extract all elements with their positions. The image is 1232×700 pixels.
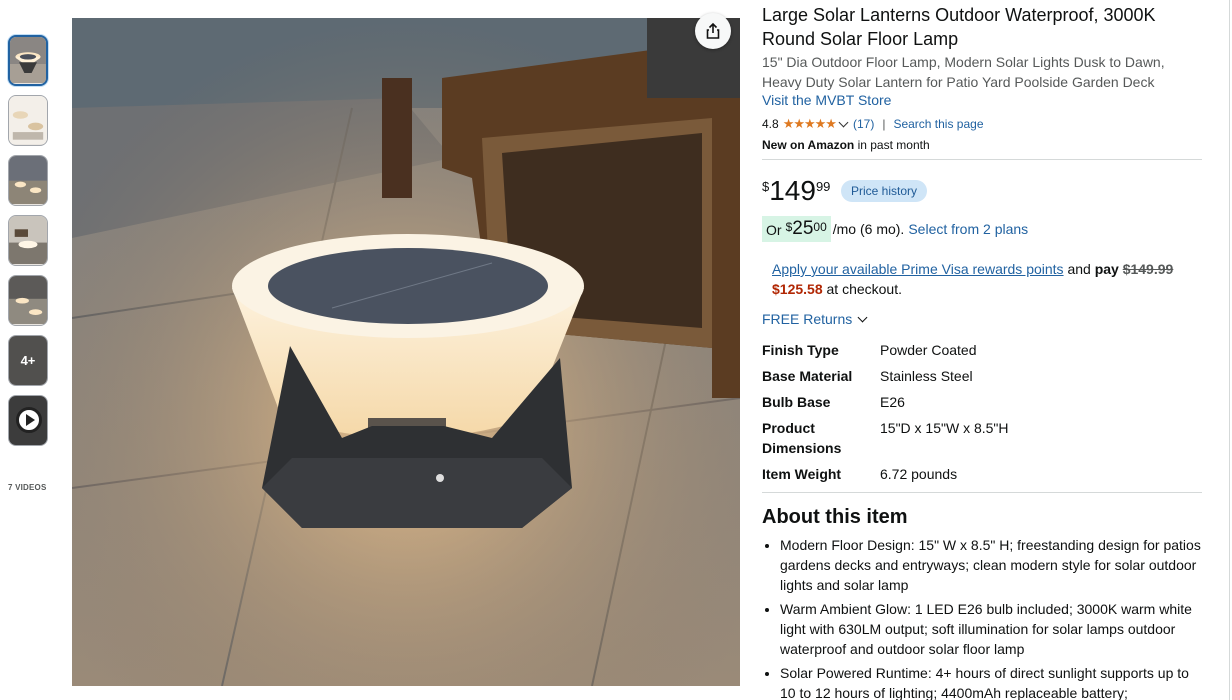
spec-key: Bulb Base [762,394,831,410]
monthly-payment-row: Or $ 25 00 /mo (6 mo). Select from 2 pla… [762,216,1028,242]
visa-suffix: at checkout. [826,281,903,297]
main-product-image[interactable] [72,18,740,686]
spec-key: Finish Type [762,342,839,358]
about-bullet: Modern Floor Design: 15" W x 8.5" H; fre… [780,535,1202,595]
free-returns-link[interactable]: FREE Returns [762,311,872,327]
videos-count-label: 7 VIDEOS [8,483,47,492]
monthly-price-badge: Or $ 25 00 [762,216,831,242]
patio-thumbnail-image [9,156,47,205]
spec-row: Product Dimensions 15"D x 15"W x 8.5"H [762,418,1202,458]
spec-row: Bulb Base E26 [762,392,1202,412]
chevron-down-icon [857,312,868,322]
rating-separator: | [882,117,886,131]
monthly-suffix: /mo (6 mo). [832,221,905,237]
divider [762,492,1202,493]
play-icon [16,407,42,433]
about-bullets: Modern Floor Design: 15" W x 8.5" H; fre… [780,535,1202,700]
spec-value: Stainless Steel [880,368,973,384]
spec-row: Item Weight 6.72 pounds [762,464,1202,484]
product-title: Large Solar Lanterns Outdoor Waterproof,… [762,5,1156,49]
visa-original-price: $149.99 [1122,261,1174,277]
product-subtitle: 15" Dia Outdoor Floor Lamp, Modern Solar… [762,54,1165,90]
about-bullet: Solar Powered Runtime: 4+ hours of direc… [780,663,1202,700]
divider [762,159,1202,160]
monthly-currency: $ [785,220,793,234]
thumbnail-more[interactable]: 4+ [8,335,48,386]
price-display: $ 149 99 [762,175,830,207]
spec-key: Product Dimensions [762,420,842,456]
rating-value: 4.8 [762,117,779,131]
spec-value: 6.72 pounds [880,466,958,482]
dimensions-thumbnail-image [9,96,47,145]
rating-stars-icon[interactable]: ★★★★★ [783,116,837,132]
spec-value: 15"D x 15"W x 8.5"H [880,420,1009,436]
visa-and-text: and [1067,261,1091,277]
visa-discounted-price: $125.58 [772,281,823,297]
scrollbar-edge [1229,0,1230,700]
more-images-label: 4+ [9,336,47,385]
about-title: About this item [762,506,908,528]
price-currency: $ [762,179,770,194]
share-button[interactable] [695,13,731,49]
garden-thumbnail-image [9,276,47,325]
price-fraction: 99 [815,179,831,194]
thumbnail-3[interactable] [8,155,48,206]
price-whole: 149 [769,175,816,206]
spec-value: Powder Coated [880,342,977,358]
new-on-amazon-label: New on Amazon [762,138,855,152]
thumbnail-4[interactable] [8,215,48,266]
prime-visa-link[interactable]: Apply your available Prime Visa rewards … [772,261,1064,277]
share-icon [706,22,720,39]
about-bullet: Warm Ambient Glow: 1 LED E26 bulb includ… [780,599,1202,659]
monthly-whole: 25 [792,218,814,239]
chevron-down-icon[interactable] [838,117,849,127]
select-plans-link[interactable]: Select from 2 plans [908,221,1028,237]
spec-key: Item Weight [762,466,842,482]
spec-row: Finish Type Powder Coated [762,340,1202,360]
new-on-amazon-row: New on Amazon in past month [762,138,930,152]
rating-row: 4.8 ★★★★★ (17) | Search this page [762,116,984,132]
solar-lamp-photo [72,18,740,686]
spec-row: Base Material Stainless Steel [762,366,1202,386]
monthly-fraction: 00 [813,220,827,234]
spec-value: E26 [880,394,905,410]
monthly-or-label: Or [766,222,782,238]
price-history-button[interactable]: Price history [841,180,928,202]
specs-table: Finish Type Powder Coated Base Material … [762,340,1202,490]
store-link[interactable]: Visit the MVBT Store [762,92,891,108]
thumbnail-video[interactable] [8,395,48,446]
thumbnail-1[interactable] [8,35,48,86]
rating-count-link[interactable]: (17) [853,116,874,132]
thumbnail-5[interactable] [8,275,48,326]
new-on-amazon-suffix: in past month [857,138,930,152]
prime-visa-offer: Apply your available Prime Visa rewards … [772,259,1202,299]
thumbnail-2[interactable] [8,95,48,146]
deck-thumbnail-image [9,216,47,265]
search-page-link[interactable]: Search this page [893,116,983,132]
free-returns-label: FREE Returns [762,311,853,327]
lamp-thumbnail-image [10,37,46,83]
visa-pay-text: pay [1094,261,1119,277]
spec-key: Base Material [762,368,853,384]
